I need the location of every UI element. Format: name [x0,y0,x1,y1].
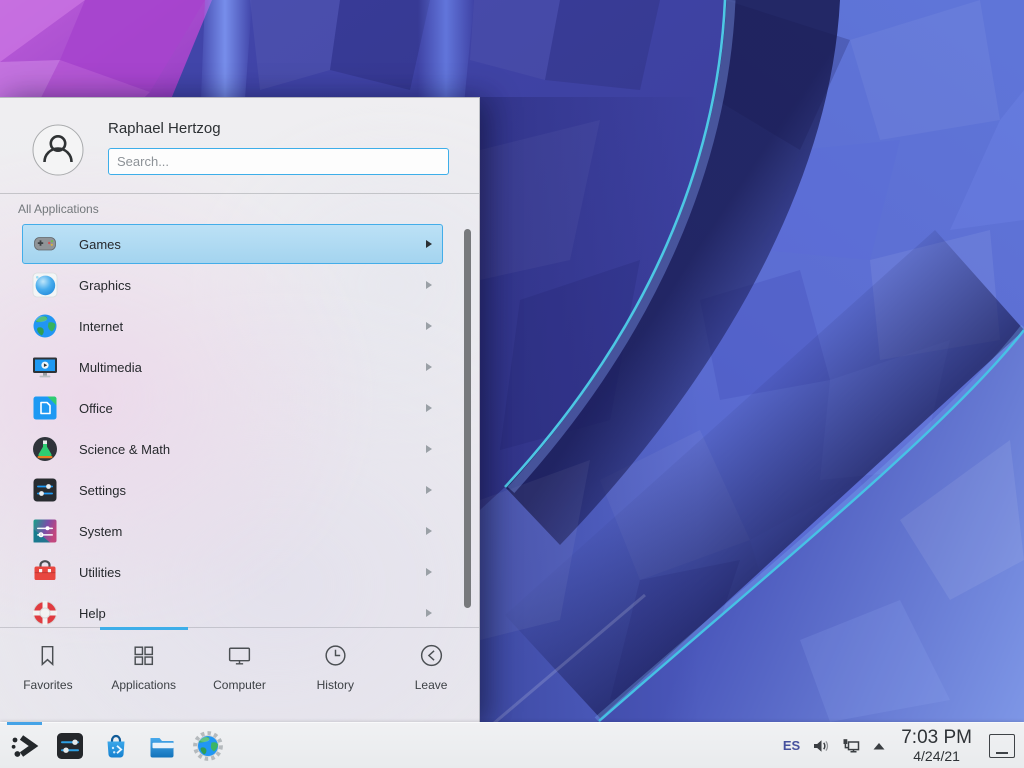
category-label: Science & Math [79,442,426,457]
sliders-icon [31,476,59,504]
category-label: Graphics [79,278,426,293]
submenu-arrow-icon [426,568,432,576]
show-desktop-icon [996,752,1008,754]
clock-icon [322,642,349,669]
category-label: System [79,524,426,539]
scrollbar[interactable] [464,229,471,608]
grid-icon [130,642,157,669]
expand-tray-icon[interactable] [872,741,886,751]
search-input[interactable] [108,148,449,175]
application-launcher-icon [8,730,40,762]
category-label: Internet [79,319,426,334]
submenu-arrow-icon [426,240,432,248]
tab-leave[interactable]: Leave [383,628,479,723]
wired-network-icon[interactable] [841,737,861,755]
web-browser-icon [192,730,224,762]
category-label: Utilities [79,565,426,580]
category-utilities[interactable]: Utilities [22,552,443,592]
submenu-arrow-icon [426,322,432,330]
system-tray: ES 7:03 PM 4/24/21 [783,728,1024,763]
category-settings[interactable]: Settings [22,470,443,510]
keyboard-layout-indicator[interactable]: ES [783,738,800,753]
active-tab-indicator [100,627,188,630]
tab-computer[interactable]: Computer [192,628,288,723]
category-science-math[interactable]: Science & Math [22,429,443,469]
category-label: Settings [79,483,426,498]
user-icon [32,124,84,176]
document-icon [31,394,59,422]
submenu-arrow-icon [426,609,432,617]
tab-label: History [317,678,354,692]
toolbox-icon [31,558,59,586]
submenu-arrow-icon [426,486,432,494]
submenu-arrow-icon [426,281,432,289]
lifebuoy-icon [31,599,59,627]
discover-icon [100,730,132,762]
show-desktop-button[interactable] [989,734,1015,758]
application-launcher-button[interactable] [8,730,40,762]
discover-button[interactable] [100,730,132,762]
gamepad-icon [31,230,59,258]
category-internet[interactable]: Internet [22,306,443,346]
category-label: Office [79,401,426,416]
tab-bar: Favorites Applications Computer [0,627,479,723]
category-system[interactable]: System [22,511,443,551]
submenu-arrow-icon [426,363,432,371]
sphere-icon [31,271,59,299]
bookmark-icon [34,642,61,669]
taskbar: ES 7:03 PM 4/24/21 [0,722,1024,768]
folder-icon [146,730,178,762]
monitor-play-icon [31,353,59,381]
web-browser-button[interactable] [192,730,224,762]
category-label: Games [79,237,426,252]
volume-icon[interactable] [811,737,830,755]
taskbar-apps [0,730,224,762]
active-task-indicator [7,722,42,725]
tab-favorites[interactable]: Favorites [0,628,96,723]
submenu-arrow-icon [426,445,432,453]
system-settings-icon [54,730,86,762]
category-label: Help [79,606,426,621]
category-multimedia[interactable]: Multimedia [22,347,443,387]
computer-icon [226,642,253,669]
header-divider [0,193,479,194]
submenu-arrow-icon [426,527,432,535]
desktop: Raphael Hertzog All Applications Games [0,0,1024,768]
category-office[interactable]: Office [22,388,443,428]
flask-icon [31,435,59,463]
user-name: Raphael Hertzog [108,120,221,137]
user-avatar[interactable] [32,124,84,176]
application-launcher-popup: Raphael Hertzog All Applications Games [0,97,480,722]
clock-time: 7:03 PM [901,728,972,747]
globe-icon [31,312,59,340]
category-help[interactable]: Help [22,593,443,629]
tab-applications[interactable]: Applications [96,628,192,723]
file-manager-button[interactable] [146,730,178,762]
system-settings-button[interactable] [54,730,86,762]
system-sliders-icon [31,517,59,545]
tab-label: Leave [415,678,448,692]
tab-label: Computer [213,678,266,692]
clock-date: 4/24/21 [913,749,960,763]
leave-circle-icon [418,642,445,669]
launcher-header: Raphael Hertzog [0,98,479,193]
tab-label: Applications [111,678,176,692]
digital-clock[interactable]: 7:03 PM 4/24/21 [901,728,972,763]
category-label: Multimedia [79,360,426,375]
tab-history[interactable]: History [287,628,383,723]
category-games[interactable]: Games [22,224,443,264]
section-label: All Applications [18,202,99,216]
tab-label: Favorites [23,678,72,692]
submenu-arrow-icon [426,404,432,412]
category-graphics[interactable]: Graphics [22,265,443,305]
category-list: Games Graphics [0,223,479,629]
